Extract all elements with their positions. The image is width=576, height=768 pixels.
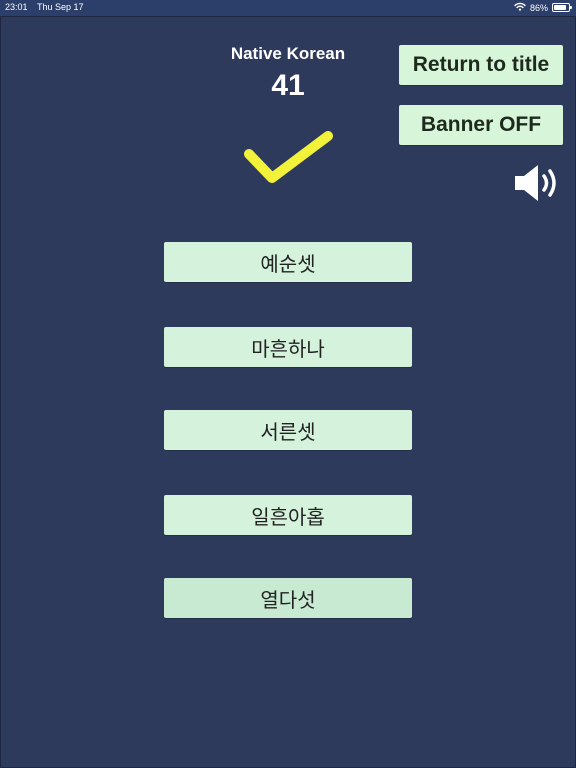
wifi-icon <box>514 2 526 13</box>
status-right: 86% <box>514 2 572 13</box>
answer-button-3[interactable]: 서른셋 <box>164 410 412 450</box>
banner-toggle-button[interactable]: Banner OFF <box>399 105 563 145</box>
score-value: 41 <box>271 69 305 102</box>
answer-button-2[interactable]: 마흔하나 <box>164 327 412 367</box>
answer-button-1[interactable]: 예순셋 <box>164 242 412 282</box>
status-time: 23:01 <box>5 2 28 12</box>
battery-level <box>554 5 566 10</box>
status-bar: 23:01 Thu Sep 17 86% <box>0 0 576 16</box>
answer-button-4[interactable]: 일흔아홉 <box>164 495 412 535</box>
return-to-title-button[interactable]: Return to title <box>399 45 563 85</box>
category-title: Native Korean <box>230 44 346 63</box>
battery-icon <box>552 3 572 12</box>
battery-percent: 86% <box>529 2 548 13</box>
checkmark-icon <box>244 131 333 183</box>
status-date: Thu Sep 17 <box>37 2 84 12</box>
speaker-icon[interactable] <box>512 160 562 206</box>
answer-button-5[interactable]: 열다섯 <box>164 578 412 618</box>
